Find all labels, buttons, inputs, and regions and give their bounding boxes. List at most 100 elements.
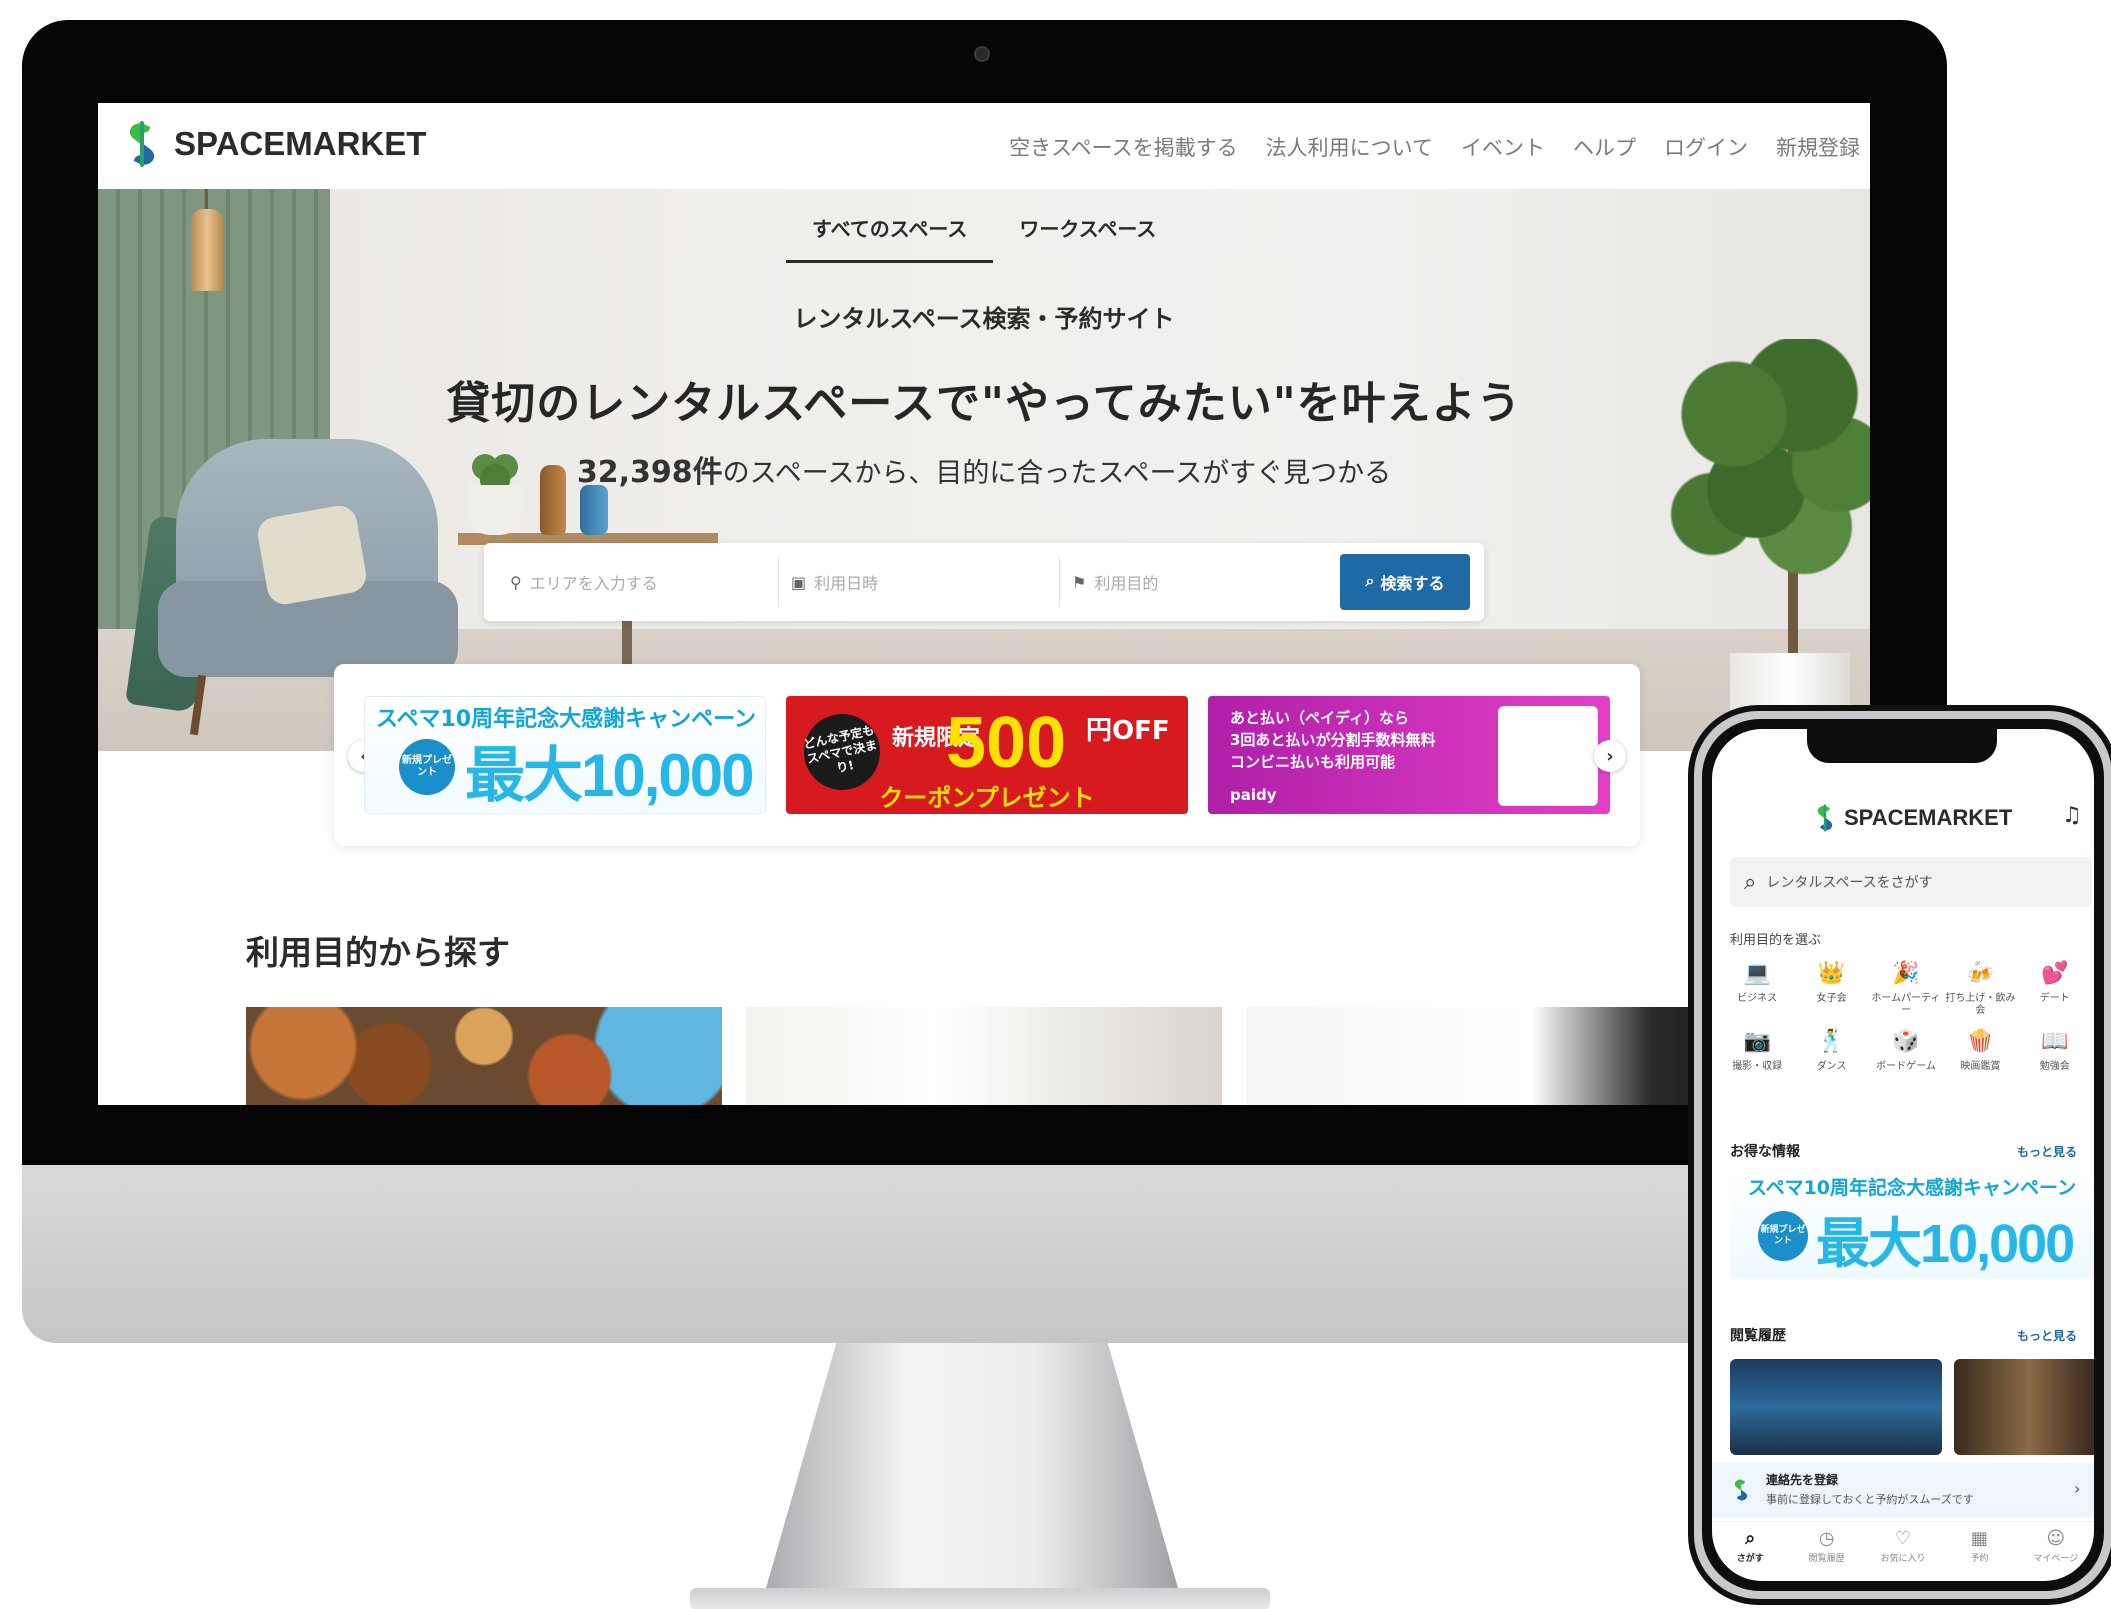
dice-icon: 🎲 (1892, 1029, 1920, 1054)
heart-icon: 💕 (2041, 961, 2069, 986)
purpose-card-food[interactable] (246, 1007, 722, 1105)
banner-amount: 500 (946, 703, 1067, 783)
paidy-logo: paidy (1230, 786, 1277, 804)
banner-text: あと払い（ペイディ）なら 3回あと払いが分割手数料無料 コンビニ払いも利用可能 (1230, 708, 1435, 773)
hero-description-text: のスペースから、目的に合ったスペースがすぐ見つかる (722, 458, 1392, 489)
purpose-placeholder: 利用目的 (1094, 574, 1159, 593)
spacemarket-logo-icon (1734, 1479, 1748, 1501)
history-card[interactable] (1730, 1359, 1942, 1455)
contact-register-notice[interactable]: 連絡先を登録 事前に登録しておくと予約がスムーズです › (1712, 1463, 2094, 1517)
promo-banner-coupon[interactable]: どんな予定もスペマで決まり! 新規限定 500 円OFF クーポンプレゼント (786, 696, 1188, 814)
category-label: 映画鑑賞 (1960, 1061, 2001, 1072)
banner-amount: 最大10,000円OFF (465, 742, 755, 809)
promo-banner-anniversary[interactable]: スペマ10周年記念大感謝キャンペーン 新規プレゼント 最大10,000円OFF (364, 696, 766, 814)
imac-stand (760, 1343, 1184, 1609)
small-plant-pot (468, 485, 522, 535)
purpose-card-room[interactable] (746, 1007, 1222, 1105)
phone-header: SPACEMARKET ♫ (1712, 795, 2094, 835)
date-input[interactable]: ▣ 利用日時 (779, 557, 1060, 607)
category-shooting[interactable]: 📷 撮影・収録 (1720, 1029, 1794, 1085)
phone-logo-text: SPACEMARKET (1844, 805, 2013, 830)
category-movie[interactable]: 🍿 映画鑑賞 (1943, 1029, 2017, 1085)
camera-icon (974, 46, 990, 62)
notice-subtitle: 事前に登録しておくと予約がスムーズです (1766, 1493, 1974, 1506)
purpose-input[interactable]: ⚑ 利用目的 (1060, 557, 1340, 607)
category-home-party[interactable]: 🎉 ホームパーティー (1869, 961, 1943, 1017)
nav-help[interactable]: ヘルプ (1573, 132, 1636, 162)
phone-notch (1807, 729, 1997, 763)
crown-icon: 👑 (1817, 961, 1846, 986)
tab-label: 閲覧履歴 (1808, 1554, 1845, 1564)
nav-login[interactable]: ログイン (1664, 132, 1748, 162)
deals-more-link[interactable]: もっと見る (2017, 1143, 2077, 1160)
nav-event[interactable]: イベント (1461, 132, 1545, 162)
tab-all-spaces[interactable]: すべてのスペース (786, 209, 994, 263)
deals-label: お得な情報 (1730, 1144, 1800, 1160)
nav-signup[interactable]: 新規登録 (1776, 132, 1860, 162)
tab-favorites[interactable]: ♡ お気に入り (1865, 1522, 1941, 1581)
phone-promo-banner[interactable]: スペマ10周年記念大感謝キャンペーン 新規プレゼント 最大10,000円OFF (1730, 1171, 2094, 1279)
tab-history[interactable]: ◷ 閲覧履歴 (1788, 1522, 1864, 1581)
banner-badge: 新規プレゼント (1758, 1211, 1808, 1261)
site-header: SPACEMARKET 空きスペースを掲載する 法人利用について イベント ヘル… (98, 103, 1870, 189)
laptop-icon: 💻 (1743, 961, 1771, 986)
calendar-icon: ▦ (1970, 1528, 1988, 1549)
category-label: ビジネス (1737, 993, 1778, 1004)
party-icon: 🎉 (1892, 961, 1920, 986)
notice-title: 連絡先を登録 (1766, 1473, 1839, 1487)
category-girls-party[interactable]: 👑 女子会 (1794, 961, 1868, 1017)
tab-reservations[interactable]: ▦ 予約 (1941, 1522, 2017, 1581)
purpose-label: 利用目的を選ぶ (1730, 933, 1822, 948)
search-icon: ⌕ (1365, 573, 1375, 590)
imac-chin (22, 1165, 1947, 1343)
category-board-game[interactable]: 🎲 ボードゲーム (1869, 1029, 1943, 1085)
banner-badge: 新規プレゼント (399, 739, 455, 795)
section-title-purpose: 利用目的から探す (246, 933, 510, 972)
history-icon: ◷ (1818, 1528, 1835, 1549)
nav-list-space[interactable]: 空きスペースを掲載する (1009, 132, 1237, 162)
category-date[interactable]: 💕 デート (2018, 961, 2092, 1017)
nav-corporate[interactable]: 法人利用について (1266, 132, 1433, 162)
site-logo[interactable]: SPACEMARKET (120, 119, 426, 169)
search-icon: ⌕ (1744, 869, 1757, 895)
imac-stand-base (690, 1588, 1270, 1609)
category-study[interactable]: 📖 勉強会 (2018, 1029, 2092, 1085)
banner-amount: 最大10,000円OFF (1816, 1214, 2075, 1274)
banner-line: 3回あと払いが分割手数料無料 (1230, 730, 1436, 749)
carousel-next-button[interactable]: › (1594, 740, 1626, 772)
category-dance[interactable]: 🕺 ダンス (1794, 1029, 1868, 1085)
purpose-card-studio[interactable] (1246, 1007, 1722, 1105)
space-count: 32,398件 (576, 455, 723, 490)
category-business[interactable]: 💻 ビジネス (1720, 961, 1794, 1017)
category-drinks[interactable]: 🍻 打ち上げ・飲み会 (1943, 961, 2017, 1017)
search-button[interactable]: ⌕ 検索する (1340, 554, 1470, 610)
bell-icon[interactable]: ♫ (2062, 803, 2082, 828)
category-label: 勉強会 (2039, 1061, 2070, 1072)
tab-search[interactable]: ⌕ さがす (1712, 1522, 1788, 1581)
category-label: ダンス (1816, 1061, 1847, 1072)
tab-mypage[interactable]: ☺ マイページ (2018, 1522, 2094, 1581)
vase (580, 485, 608, 535)
search-bar: ⚲ エリアを入力する ▣ 利用日時 ⚑ 利用目的 ⌕ 検索する (484, 543, 1484, 621)
promo-banner-paidy[interactable]: あと払い（ペイディ）なら 3回あと払いが分割手数料無料 コンビニ払いも利用可能 … (1208, 696, 1610, 814)
calendar-icon: ▣ (791, 572, 807, 592)
banner-line: あと払い（ペイディ）なら (1230, 709, 1409, 727)
banner-headline: スペマ10周年記念大感謝キャンペーン (1747, 1177, 2077, 1199)
pin-icon: ⚲ (510, 572, 522, 592)
hero-description: 32,398件のスペースから、目的に合ったスペースがすぐ見つかる (98, 447, 1870, 491)
hero-title: 貸切のレンタルスペースで"やってみたい"を叶えよう (446, 378, 1522, 429)
chevron-right-icon: › (2074, 1479, 2081, 1498)
category-label: デート (2039, 993, 2070, 1004)
search-icon: ⌕ (1745, 1528, 1756, 1549)
flag-icon: ⚑ (1072, 572, 1087, 592)
history-card[interactable] (1954, 1359, 2094, 1455)
history-label: 閲覧履歴 (1730, 1328, 1786, 1344)
tab-work-spaces[interactable]: ワークスペース (993, 209, 1182, 263)
user-icon: ☺ (2046, 1528, 2066, 1549)
history-more-link[interactable]: もっと見る (2017, 1327, 2077, 1344)
date-placeholder: 利用日時 (814, 574, 879, 593)
phone-logo[interactable]: SPACEMARKET (1812, 803, 2012, 833)
popcorn-icon: 🍿 (1966, 1029, 1995, 1054)
phone-search-input[interactable]: ⌕ レンタルスペースをさがす (1730, 857, 2092, 907)
area-input[interactable]: ⚲ エリアを入力する (498, 557, 779, 607)
